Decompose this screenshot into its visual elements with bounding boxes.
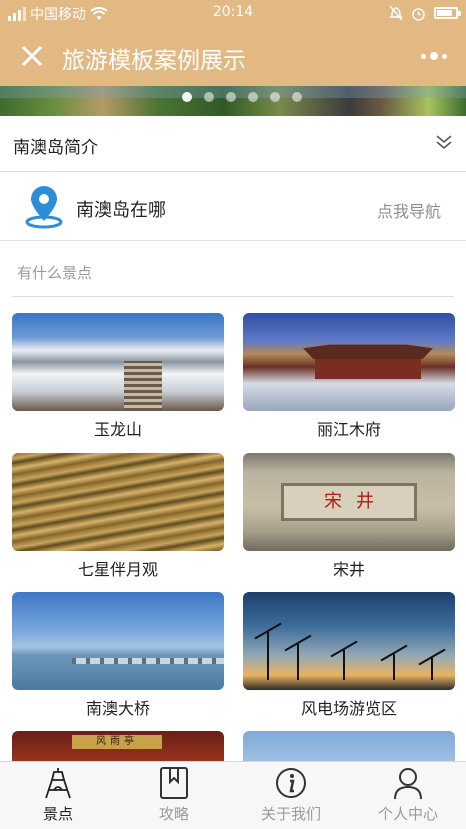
more-icon [421, 53, 426, 59]
tab-guide[interactable]: 攻略 [116, 762, 232, 829]
banner-dot[interactable] [248, 92, 258, 102]
attraction-image [12, 592, 224, 690]
more-icon [442, 53, 447, 59]
attraction-label: 南澳大桥 [85, 699, 150, 718]
more-icon [430, 52, 438, 60]
turbine-shape [393, 654, 395, 680]
bridge-shape [72, 658, 224, 664]
location-row: 南澳岛在哪 点我导航 [0, 173, 466, 241]
attraction-card-wind[interactable]: 风电场游览区 [243, 592, 455, 722]
tab-about[interactable]: 关于我们 [233, 762, 349, 829]
attraction-image [12, 453, 224, 551]
attraction-image [243, 313, 455, 411]
well-sign: 宋井 [281, 483, 417, 521]
tab-label: 攻略 [158, 805, 189, 823]
attraction-label: 丽江木府 [316, 420, 381, 439]
page-title: 旅游模板案例展示 [62, 48, 246, 74]
turbine-shape [431, 658, 433, 680]
battery-icon [434, 7, 461, 19]
close-button[interactable] [14, 38, 50, 74]
tab-profile[interactable]: 个人中心 [350, 762, 466, 829]
location-pin-icon [25, 186, 63, 229]
turbine-shape [297, 644, 299, 680]
status-bar: 中国移动 20:14 [0, 0, 466, 26]
stairs-shape [124, 361, 162, 411]
tab-spots[interactable]: 景点 [0, 762, 116, 829]
tab-bar: 景点 攻略 关于我们 个人中心 [0, 761, 466, 829]
chevron-down-icon [436, 135, 452, 150]
attraction-image [243, 592, 455, 690]
turbine-shape [343, 650, 345, 680]
intro-toggle[interactable]: 南澳岛简介 [0, 116, 466, 172]
title-bar: 旅游模板案例展示 [0, 26, 466, 86]
info-icon [276, 768, 306, 798]
attraction-label: 玉龙山 [93, 420, 142, 439]
intro-label: 南澳岛简介 [13, 138, 98, 158]
tab-label: 景点 [42, 805, 73, 823]
banner-dot[interactable] [226, 92, 236, 102]
tab-label: 个人中心 [377, 805, 438, 823]
attraction-card-yulong[interactable]: 玉龙山 [12, 313, 224, 443]
more-button[interactable] [416, 44, 452, 68]
navigate-link[interactable]: 点我导航 [377, 198, 441, 222]
banner-dots [182, 92, 302, 102]
banner-dot[interactable] [270, 92, 280, 102]
location-label: 南澳岛在哪 [76, 200, 166, 221]
attraction-card-qixing[interactable]: 七星伴月观 [12, 453, 224, 583]
attraction-card-bridge[interactable]: 南澳大桥 [12, 592, 224, 722]
banner-dot[interactable] [204, 92, 214, 102]
turbine-shape [267, 632, 269, 680]
attraction-image [12, 313, 224, 411]
banner-carousel[interactable] [0, 86, 466, 116]
section-title: 有什么景点 [17, 264, 93, 282]
attraction-label: 风电场游览区 [300, 699, 397, 718]
alarm-icon [412, 7, 425, 21]
tab-label: 关于我们 [260, 805, 321, 823]
mute-icon [389, 5, 403, 21]
close-icon [21, 45, 43, 67]
battery-fill [437, 10, 453, 16]
tower-icon [45, 768, 71, 799]
attraction-image: 宋井 [243, 453, 455, 551]
banner-dot[interactable] [182, 92, 192, 102]
bookmark-icon [160, 767, 188, 799]
gate-sign: 风雨亭 [72, 735, 162, 749]
attraction-card-lijiang[interactable]: 丽江木府 [243, 313, 455, 443]
user-icon [394, 768, 422, 800]
status-right [389, 5, 461, 21]
temple-body-shape [315, 359, 421, 379]
attraction-label: 七星伴月观 [77, 560, 158, 579]
attraction-card-songjing[interactable]: 宋井 宋井 [243, 453, 455, 583]
section-divider [12, 296, 454, 297]
temple-roof-shape [303, 344, 433, 359]
banner-dot[interactable] [292, 92, 302, 102]
attraction-label: 宋井 [332, 560, 365, 579]
